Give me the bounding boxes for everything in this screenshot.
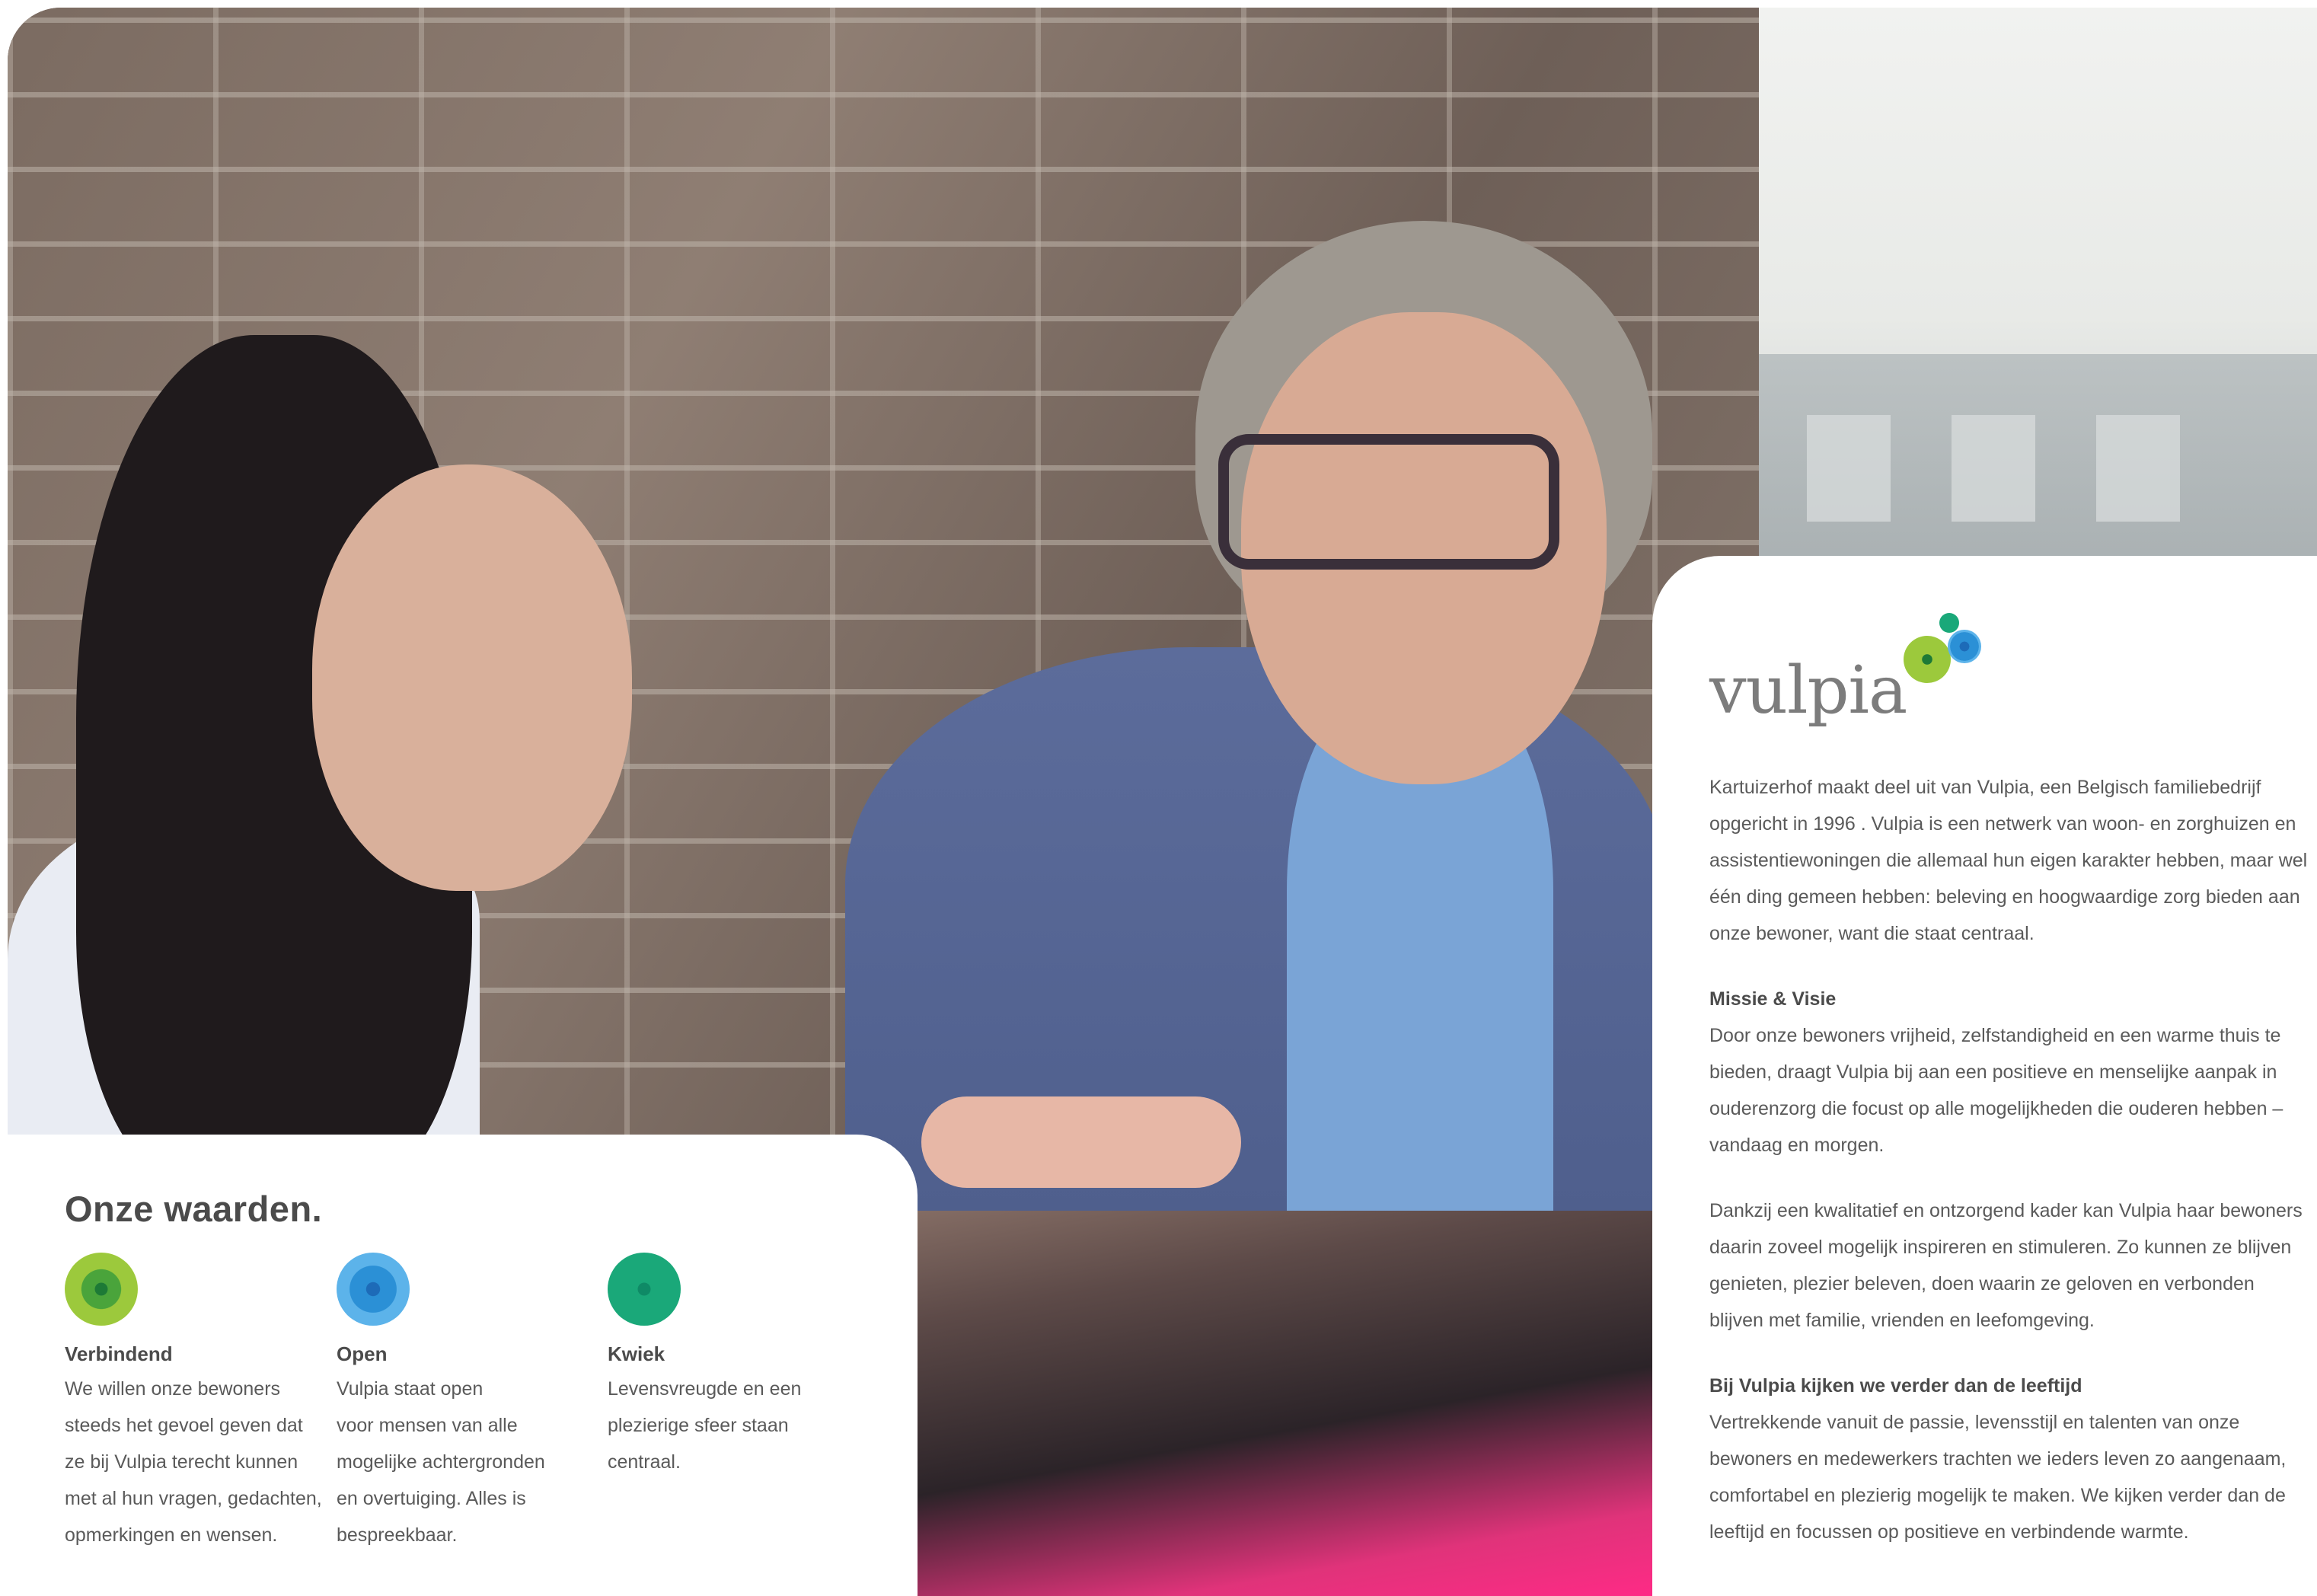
values-title: Onze waarden. bbox=[65, 1189, 323, 1229]
value-open: Open Vulpia staat open voor mensen van a… bbox=[337, 1253, 595, 1553]
values-card: Onze waarden. Verbindend We willen onze … bbox=[8, 1135, 918, 1596]
value-text: We willen onze bewoners steeds het gevoe… bbox=[65, 1378, 322, 1546]
green-ring-dot-icon bbox=[65, 1253, 138, 1326]
hands-on-table bbox=[921, 1096, 1241, 1188]
age-heading: Bij Vulpia kijken we verder dan de leeft… bbox=[1709, 1375, 2082, 1396]
value-text: Vulpia staat open voor mensen van alle m… bbox=[337, 1378, 545, 1546]
about-card: vulpia Kartuizerhof maakt deel uit van V… bbox=[1652, 556, 2317, 1596]
logo-dot bbox=[1948, 630, 1981, 663]
about-text: Kartuizerhof maakt deel uit van Vulpia, … bbox=[1709, 769, 2311, 1579]
teal-dot-icon bbox=[608, 1253, 681, 1326]
value-title: Open bbox=[337, 1342, 388, 1365]
vulpia-logo: vulpia bbox=[1709, 613, 1999, 742]
intro-paragraph: Kartuizerhof maakt deel uit van Vulpia, … bbox=[1709, 777, 2308, 944]
resident-glasses bbox=[1218, 434, 1559, 570]
blue-ring-dot-icon bbox=[337, 1253, 410, 1326]
building-window bbox=[2096, 415, 2180, 522]
caregiver-face bbox=[312, 464, 632, 891]
value-text: Levensvreugde en een plezierige sfeer st… bbox=[608, 1378, 802, 1473]
value-title: Kwiek bbox=[608, 1342, 665, 1365]
building-window bbox=[1807, 415, 1891, 522]
value-title: Verbindend bbox=[65, 1342, 173, 1365]
mission-heading: Missie & Visie bbox=[1709, 988, 1837, 1010]
building-window bbox=[1952, 415, 2035, 522]
logo-dot bbox=[1904, 636, 1951, 683]
value-verbindend: Verbindend We willen onze bewoners steed… bbox=[65, 1253, 324, 1553]
mission-paragraph: Door onze bewoners vrijheid, zelfstandig… bbox=[1709, 1025, 2283, 1156]
value-kwiek: Kwiek Levensvreugde en een plezierige sf… bbox=[608, 1253, 866, 1480]
age-paragraph: Vertrekkende vanuit de passie, levenssti… bbox=[1709, 1412, 2287, 1543]
background-building bbox=[1754, 354, 2317, 575]
logo-dots-icon bbox=[1904, 613, 1987, 697]
logo-dot bbox=[1939, 613, 1959, 633]
framework-paragraph: Dankzij een kwalitatief en ontzorgend ka… bbox=[1709, 1200, 2303, 1331]
table-surface bbox=[815, 1165, 1668, 1596]
logo-wordmark: vulpia bbox=[1709, 653, 1907, 729]
